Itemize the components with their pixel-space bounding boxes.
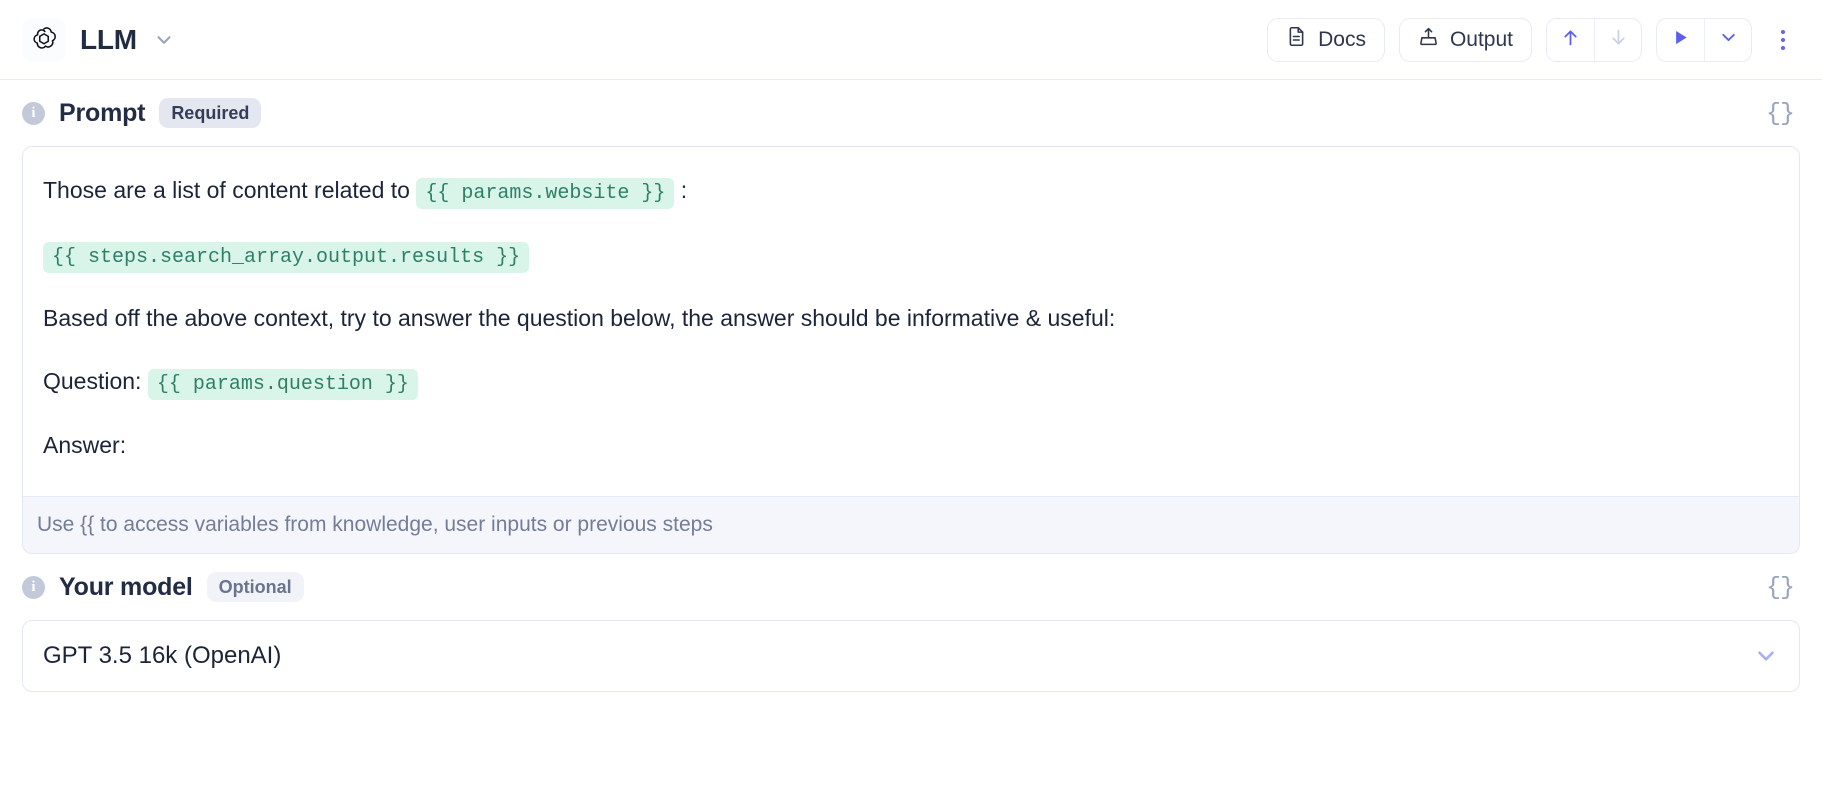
prompt-line: Based off the above context, try to answ…: [43, 301, 1779, 336]
prompt-line: Those are a list of content related to {…: [43, 173, 1779, 209]
prompt-editor-body[interactable]: Those are a list of content related to {…: [23, 147, 1799, 496]
arrow-up-icon: [1560, 27, 1581, 53]
chevron-down-icon: [1718, 27, 1739, 53]
app-header: LLM Docs Output: [0, 0, 1822, 80]
model-section-title: Your model: [59, 572, 193, 601]
info-icon[interactable]: i: [22, 575, 45, 599]
document-icon: [1286, 26, 1307, 53]
arrow-down-icon: [1608, 27, 1629, 53]
variable-chip[interactable]: {{ steps.search_array.output.results }}: [43, 242, 530, 273]
run-group: [1656, 17, 1752, 62]
variable-chip[interactable]: {{ params.website }}: [416, 178, 675, 209]
move-down-button[interactable]: [1594, 18, 1641, 61]
prompt-section-header: i Prompt Required {}: [0, 80, 1822, 146]
prompt-text: Answer:: [43, 431, 127, 458]
openai-logo-icon: [22, 17, 66, 62]
prompt-text: Those are a list of content related to: [43, 177, 417, 203]
settings-content: i Prompt Required {} Those are a list of…: [0, 80, 1822, 692]
model-section-header-left: i Your model Optional: [22, 572, 304, 602]
variable-chip[interactable]: {{ params.question }}: [147, 368, 418, 400]
output-button[interactable]: Output: [1398, 17, 1532, 62]
info-icon[interactable]: i: [22, 101, 45, 125]
prompt-hint-text: Use {{ to access variables from knowledg…: [23, 496, 1799, 553]
model-section-header: i Your model Optional {}: [0, 554, 1822, 620]
prompt-editor[interactable]: Those are a list of content related to {…: [22, 146, 1800, 554]
play-icon: [1670, 27, 1691, 53]
docs-button[interactable]: Docs: [1267, 17, 1385, 62]
header-left-group: LLM: [22, 17, 177, 62]
prompt-line: Question: {{ params.question }}: [43, 364, 1779, 400]
docs-button-label: Docs: [1318, 27, 1366, 51]
optional-badge: Optional: [206, 572, 304, 602]
curly-braces-icon[interactable]: {}: [1760, 95, 1800, 132]
curly-braces-icon[interactable]: {}: [1760, 569, 1800, 606]
prompt-text: Question:: [43, 367, 148, 394]
page-title: LLM: [80, 23, 137, 55]
prompt-line: Answer:: [43, 428, 1779, 463]
model-select-value: GPT 3.5 16k (OpenAI): [43, 642, 282, 669]
header-right-group: Docs Output: [1267, 17, 1800, 62]
run-options-button[interactable]: [1704, 18, 1751, 61]
move-up-button[interactable]: [1547, 18, 1594, 61]
export-upload-icon: [1418, 26, 1439, 53]
prompt-text: Based off the above context, try to answ…: [43, 305, 1116, 331]
chevron-down-icon[interactable]: [1753, 643, 1779, 669]
step-navigation-group: [1546, 17, 1642, 62]
prompt-line: {{ steps.search_array.output.results }}: [43, 237, 1779, 273]
model-select[interactable]: GPT 3.5 16k (OpenAI): [22, 620, 1800, 692]
kebab-menu-icon[interactable]: [1766, 18, 1800, 62]
prompt-text: :: [674, 177, 688, 203]
required-badge: Required: [159, 98, 262, 128]
chevron-down-icon[interactable]: [151, 27, 177, 53]
prompt-section-header-left: i Prompt Required: [22, 98, 262, 128]
run-button[interactable]: [1657, 18, 1704, 61]
prompt-section-title: Prompt: [59, 98, 146, 127]
output-button-label: Output: [1449, 27, 1513, 51]
